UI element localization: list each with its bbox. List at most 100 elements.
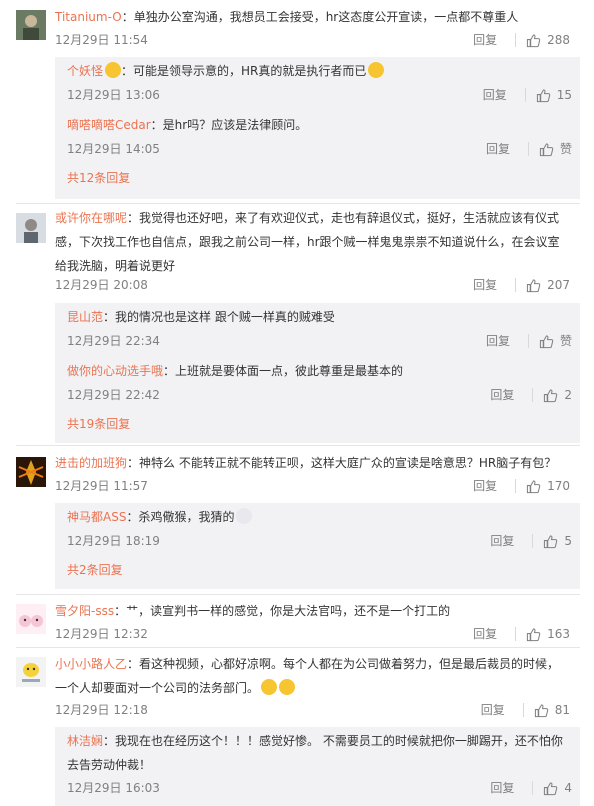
comment-meta: 12月29日 20:08 回复 207 [55, 275, 584, 295]
comment-text: 小小小路人乙：看这种视频，心都好凉啊。每个人都在为公司做着努力，但是最后裁员的时… [55, 657, 560, 695]
more-replies-link[interactable]: 共19条回复 [67, 415, 130, 432]
reply-button[interactable]: 回复 [486, 139, 510, 159]
more-replies-link[interactable]: 共12条回复 [67, 169, 130, 186]
reply-button[interactable]: 回复 [473, 476, 497, 496]
like-count: 288 [547, 33, 570, 47]
comment-text: Titanium-O：单独办公室沟通，我想员工会接受，hr这态度公开宣读，一点都… [55, 10, 519, 24]
divider [16, 445, 580, 446]
divider [532, 388, 534, 402]
timestamp: 12月29日 22:34 [67, 334, 160, 348]
divider [515, 278, 517, 292]
like-button[interactable]: 288 [526, 30, 570, 50]
comment-meta: 12月29日 11:54 回复 288 [55, 30, 584, 50]
divider [527, 334, 529, 348]
reply-box: 个妖怪 ：可能是领导示意的，HR真的就是执行者而已 12月29日 13:06 回复… [55, 57, 580, 199]
timestamp: 12月29日 16:03 [67, 781, 160, 795]
username-link[interactable]: 小小小路人乙 [55, 657, 127, 671]
reply-meta: 12月29日 13:06 回复 15 [67, 85, 572, 105]
divider [515, 479, 517, 493]
comment-text: 进击的加班狗：神特么 不能转正就不能转正呗，这样大庭广众的宣读是啥意思？HR脑子… [55, 456, 557, 470]
username-link[interactable]: 嘀嗒嘀嗒Cedar [67, 118, 151, 132]
like-count: 2 [564, 388, 572, 402]
username-link[interactable]: 雪夕阳-sss [55, 604, 114, 618]
emoji-icon [105, 62, 122, 78]
more-replies-link[interactable]: 共2条回复 [67, 561, 123, 578]
reply-text: 嘀嗒嘀嗒Cedar：是hr吗？应该是法律顾问。 [67, 118, 308, 132]
like-button[interactable]: 207 [526, 275, 570, 295]
username-link[interactable]: 昆山范 [67, 310, 103, 324]
avatar[interactable] [16, 213, 46, 243]
reply-meta: 12月29日 18:19 回复 5 [67, 531, 572, 551]
divider [16, 594, 580, 595]
thumbs-up-icon [526, 33, 541, 47]
like-button[interactable]: 赞 [539, 331, 572, 351]
reply-text: 神马都ASS：杀鸡儆猴，我猜的 [67, 505, 572, 529]
reply-button[interactable]: 回复 [490, 385, 514, 405]
thumbs-up-icon [539, 334, 554, 348]
divider [515, 33, 517, 47]
crying-emoji-icon [261, 679, 278, 695]
comment-text: 雪夕阳-sss：艹，读宣判书一样的感觉，你是大法官吗，还不是一个打工的 [55, 604, 451, 618]
comment-text: 或许你在哪呢：我觉得也还好吧，来了有欢迎仪式，走也有辞退仪式，挺好，生活就应该有… [55, 211, 560, 273]
thumbs-up-icon [534, 703, 548, 717]
reply-button[interactable]: 回复 [481, 700, 505, 720]
like-count: 赞 [559, 334, 572, 348]
timestamp: 12月29日 13:06 [67, 88, 160, 102]
avatar[interactable] [16, 604, 46, 634]
like-button[interactable]: 163 [526, 624, 570, 644]
timestamp: 12月29日 20:08 [55, 278, 148, 292]
like-button[interactable]: 2 [543, 385, 572, 405]
thumbs-up-icon [536, 88, 550, 102]
reply-button[interactable]: 回复 [473, 275, 497, 295]
like-count: 81 [554, 703, 570, 717]
crying-emoji-icon [279, 679, 296, 695]
reply-button[interactable]: 回复 [490, 778, 514, 798]
timestamp: 12月29日 12:32 [55, 627, 148, 641]
like-button[interactable]: 170 [526, 476, 570, 496]
like-count: 5 [564, 534, 572, 548]
username-link[interactable]: 进击的加班狗 [55, 456, 127, 470]
avatar[interactable] [16, 657, 46, 687]
reply-button[interactable]: 回复 [486, 331, 510, 351]
like-button[interactable]: 5 [543, 531, 572, 551]
username-link[interactable]: 个妖怪 [67, 64, 103, 78]
reply-meta: 12月29日 22:34 回复 赞 [67, 331, 572, 351]
like-button[interactable]: 15 [536, 85, 572, 105]
username-link[interactable]: 林洁娴 [67, 734, 103, 748]
divider [532, 534, 534, 548]
timestamp: 12月29日 18:19 [67, 534, 160, 548]
reply-button[interactable]: 回复 [473, 624, 497, 644]
like-count: 170 [547, 479, 570, 493]
like-count: 163 [547, 627, 570, 641]
divider [16, 203, 580, 204]
reply-text: 个妖怪 ：可能是领导示意的，HR真的就是执行者而已 [67, 59, 572, 83]
divider [527, 142, 529, 156]
emoji-icon [236, 508, 253, 524]
reply-text: 做你的心动选手哦：上班就是要体面一点，彼此尊重是最基本的 [67, 364, 404, 378]
reply-button[interactable]: 回复 [490, 531, 514, 551]
like-button[interactable]: 赞 [539, 139, 572, 159]
reply-text: 昆山范：我的情况也是这样 跟个贼一样真的贼难受 [67, 310, 335, 324]
username-link[interactable]: 神马都ASS [67, 510, 126, 524]
comment-meta: 12月29日 11:57 回复 170 [55, 476, 584, 496]
thumbs-up-icon [544, 388, 558, 402]
like-count: 207 [547, 278, 570, 292]
thumbs-up-icon [526, 479, 541, 493]
reply-button[interactable]: 回复 [483, 85, 507, 105]
reply-meta: 12月29日 16:03 回复 4 [67, 778, 572, 798]
reply-box: 神马都ASS：杀鸡儆猴，我猜的 12月29日 18:19 回复 5 共2条回复 [55, 503, 580, 589]
divider [532, 781, 534, 795]
username-link[interactable]: 或许你在哪呢 [55, 211, 127, 225]
timestamp: 12月29日 11:57 [55, 479, 148, 493]
comment-meta: 12月29日 12:32 回复 163 [55, 624, 584, 644]
username-link[interactable]: 做你的心动选手哦 [67, 364, 163, 378]
reply-button[interactable]: 回复 [473, 30, 497, 50]
thumbs-up-icon [526, 278, 541, 292]
timestamp: 12月29日 12:18 [55, 703, 148, 717]
like-button[interactable]: 4 [543, 778, 572, 798]
avatar[interactable] [16, 457, 46, 487]
like-button[interactable]: 81 [534, 700, 570, 720]
username-link[interactable]: Titanium-O [55, 10, 122, 24]
timestamp: 12月29日 11:54 [55, 33, 148, 47]
avatar[interactable] [16, 10, 46, 40]
